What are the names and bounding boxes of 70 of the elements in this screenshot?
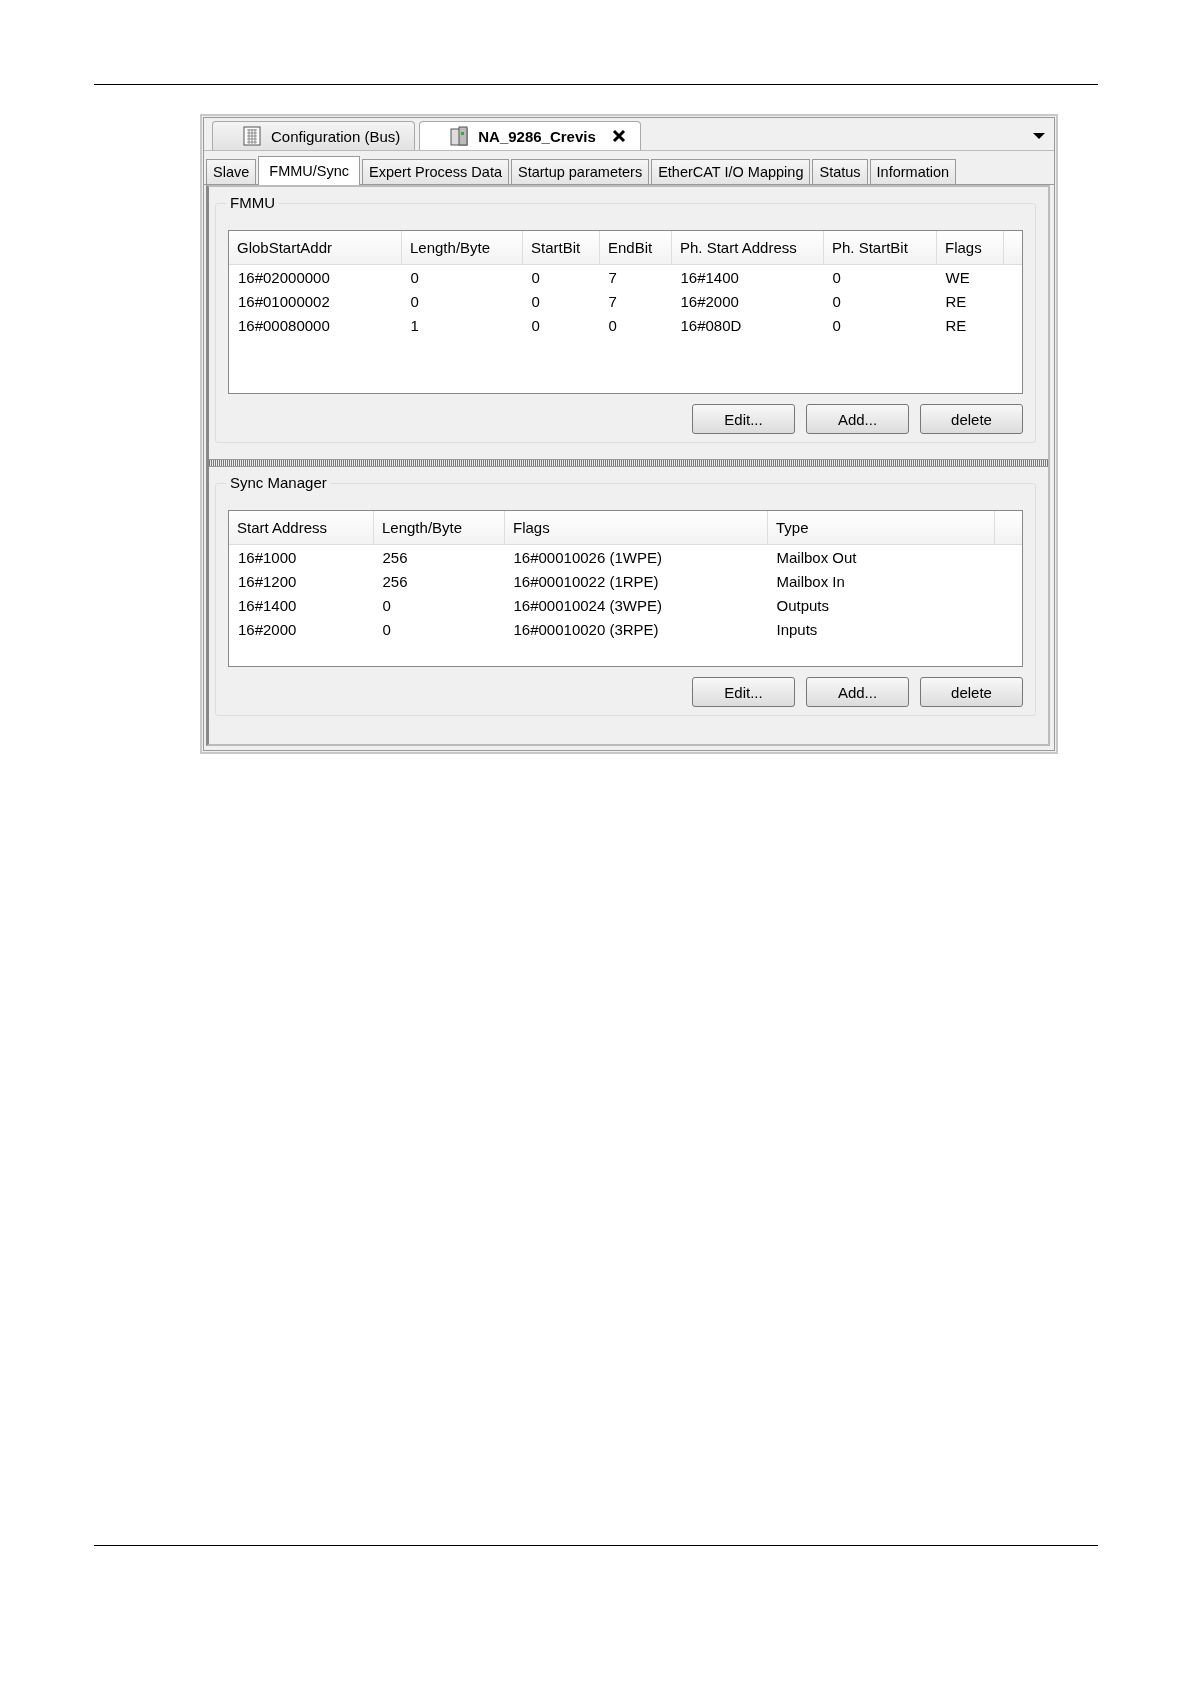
tab[interactable]: Slave <box>206 159 257 184</box>
table-cell-text: 0 <box>530 315 541 336</box>
dialog-button[interactable]: Add... <box>806 404 909 434</box>
column-header[interactable]: Length/Byte <box>401 231 523 265</box>
table-cell-text: 0 <box>831 291 842 312</box>
grid-document-icon <box>243 126 261 146</box>
table-cell: 16#00010026 (1WPE) <box>504 544 768 569</box>
table-cell-text: 0 <box>831 315 842 336</box>
table-cell: 0 <box>823 264 937 289</box>
device-icon <box>450 126 469 146</box>
table-cell: 0 <box>401 264 523 289</box>
table-cell-text: 0 <box>409 291 420 312</box>
table-cell: 0 <box>522 264 600 289</box>
close-icon[interactable] <box>611 129 626 143</box>
table-cell-text: Outputs <box>775 595 831 616</box>
document-tab[interactable]: Configuration (Bus) <box>212 121 416 150</box>
table-cell-text: 16#00010022 (1RPE) <box>512 571 660 592</box>
table-cell-text: 0 <box>607 315 618 336</box>
column-header[interactable]: Ph. StartBit <box>823 231 937 265</box>
tab[interactable]: Expert Process Data <box>362 159 509 184</box>
table-cell-text: 256 <box>381 571 409 592</box>
table-cell-text: Mailbox In <box>775 571 846 592</box>
table-cell-text: Inputs <box>775 619 819 640</box>
tab[interactable]: EtherCAT I/O Mapping <box>651 159 811 184</box>
table-cell-text: 0 <box>381 619 392 640</box>
tab[interactable]: Status <box>812 159 868 184</box>
table-cell-text: 0 <box>381 595 392 616</box>
table-cell: 16#1000 <box>229 544 374 569</box>
table-cell: 7 <box>599 264 672 289</box>
column-header[interactable]: StartBit <box>522 231 600 265</box>
table-cell-text: 16#00080000 <box>237 315 331 336</box>
document-tab-label: NA_9286_Crevis <box>478 127 596 145</box>
dialog-button[interactable]: Edit... <box>692 404 795 434</box>
document-tab-label: Configuration (Bus) <box>271 127 401 145</box>
table-cell-text: 0 <box>530 291 541 312</box>
table-cell-text: 16#080D <box>679 315 743 336</box>
table-cell-text: RE <box>944 291 968 312</box>
column-header[interactable]: Ph. Start Address <box>671 231 824 265</box>
column-header[interactable]: EndBit <box>599 231 672 265</box>
dialog-button[interactable]: Edit... <box>692 677 795 707</box>
table-cell-text: 16#01000002 <box>237 291 331 312</box>
table-cell-text: 1 <box>409 315 420 336</box>
column-header[interactable]: Flags <box>504 511 768 545</box>
column-header[interactable]: Length/Byte <box>373 511 505 545</box>
table-cell-text: RE <box>944 315 968 336</box>
table-cell: 16#1400 <box>671 264 824 289</box>
column-header[interactable]: Type <box>767 511 995 545</box>
dropdown-caret-icon[interactable] <box>1032 132 1046 140</box>
dialog-button[interactable]: delete <box>920 404 1023 434</box>
dialog-button[interactable]: delete <box>920 677 1023 707</box>
table-cell-text: 16#00010024 (3WPE) <box>512 595 663 616</box>
table-cell-text: 16#1200 <box>237 571 298 592</box>
splitter[interactable] <box>209 459 1048 467</box>
column-header[interactable]: Start Address <box>229 511 374 545</box>
table-cell: WE <box>936 264 1004 289</box>
column-header[interactable]: Flags <box>936 231 1004 265</box>
document-tab[interactable]: NA_9286_Crevis <box>419 121 641 150</box>
table-cell: 16#02000000 <box>229 264 402 289</box>
table-cell: 256 <box>373 544 505 569</box>
table-cell-text: 16#1400 <box>237 595 298 616</box>
table-cell-text: 16#00010020 (3RPE) <box>512 619 660 640</box>
table-cell-text: 16#2000 <box>237 619 298 640</box>
table-cell: Mailbox Out <box>767 544 995 569</box>
tab[interactable]: Information <box>869 159 957 184</box>
table-cell-text: 7 <box>607 291 618 312</box>
tab[interactable]: Startup parameters <box>511 159 650 184</box>
column-header[interactable]: GlobStartAddr <box>229 231 402 265</box>
dialog-button[interactable]: Add... <box>806 677 909 707</box>
tab[interactable]: FMMU/Sync <box>258 156 361 185</box>
table-cell-text: 16#2000 <box>679 291 740 312</box>
